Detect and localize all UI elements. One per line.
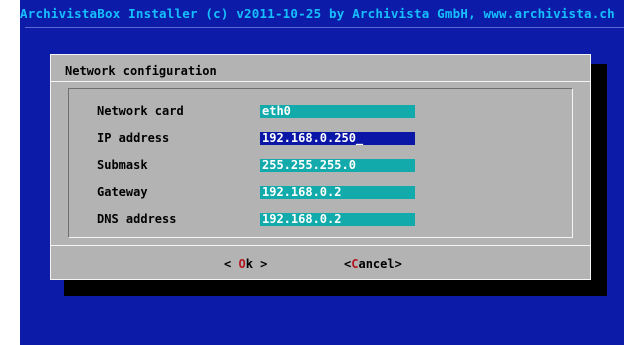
installer-screen: ArchivistaBox Installer (c) v2011-10-25 … bbox=[20, 0, 624, 345]
network-config-dialog: Network configuration Network card eth0 … bbox=[50, 54, 591, 280]
dialog-title-separator bbox=[51, 81, 590, 82]
ok-button-hotkey: O bbox=[238, 257, 246, 271]
submask-input[interactable]: 255.255.255.0 bbox=[260, 159, 415, 172]
dns-address-label: DNS address bbox=[97, 212, 177, 226]
cancel-button[interactable]: <Cancel> bbox=[344, 257, 402, 271]
ok-button-left: < bbox=[224, 257, 239, 271]
ip-address-label: IP address bbox=[97, 131, 170, 145]
dns-address-input[interactable]: 192.168.0.2 bbox=[260, 213, 415, 226]
submask-label: Submask bbox=[97, 158, 148, 172]
ok-button[interactable]: < Ok > bbox=[224, 257, 267, 271]
ok-button-rest: k bbox=[245, 257, 253, 271]
cancel-button-right: > bbox=[394, 257, 402, 271]
button-separator bbox=[51, 245, 590, 246]
dialog-title: Network configuration bbox=[65, 64, 217, 78]
gateway-label: Gateway bbox=[97, 185, 148, 199]
network-card-label: Network card bbox=[97, 104, 184, 118]
gateway-input[interactable]: 192.168.0.2 bbox=[260, 186, 415, 199]
network-card-input[interactable]: eth0 bbox=[260, 105, 415, 118]
cancel-button-rest: ancel bbox=[358, 257, 395, 271]
ip-address-input[interactable]: 192.168.0.250_ bbox=[260, 132, 415, 145]
ok-button-right: > bbox=[252, 257, 268, 271]
installer-title: ArchivistaBox Installer (c) v2011-10-25 … bbox=[20, 6, 615, 21]
title-separator bbox=[25, 27, 624, 28]
